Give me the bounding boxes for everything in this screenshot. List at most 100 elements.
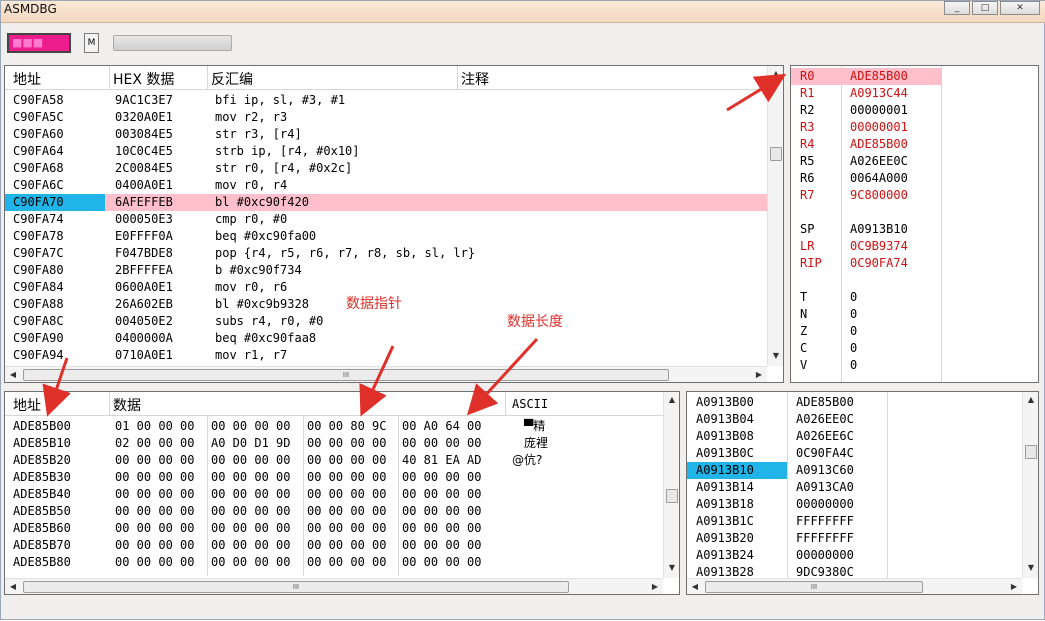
disasm-row[interactable]: C90FA90 0400000A beq #0xc90faa8 (5, 330, 767, 347)
scroll-thumb[interactable] (770, 147, 782, 161)
disasm-row[interactable]: C90FA70 6AFEFFEB bl #0xc90f420 (5, 194, 767, 211)
register-row[interactable]: RIP 0C90FA74 (791, 255, 941, 272)
disasm-row[interactable]: C90FA78 E0FFFF0A beq #0xc90fa00 (5, 228, 767, 245)
stack-scroll-right-icon[interactable]: ▶ (1006, 579, 1022, 594)
disassembly-vscroll[interactable]: ▲ ▼ (767, 66, 783, 366)
registers-panel[interactable]: R0 ADE85B00 R1 A0913C44 R2 00000001 R3 00000001… (790, 65, 1039, 383)
register-row[interactable]: R4 ADE85B00 (791, 136, 941, 153)
col-comment-header[interactable]: 注释 (461, 69, 489, 89)
scroll-up-icon[interactable]: ▲ (768, 66, 783, 82)
memory-row[interactable]: ADE85B00 01 00 00 00 00 00 00 00 00 00 80 9… (5, 418, 663, 435)
memory-row[interactable]: ADE85B70 00 00 00 00 00 00 00 00 00 00 00 0… (5, 537, 663, 554)
m-button[interactable]: M (84, 33, 99, 53)
stack-hscroll-thumb[interactable]: III (705, 581, 923, 593)
mem-scroll-right-icon[interactable]: ▶ (647, 579, 663, 594)
stack-row[interactable]: A0913B24 00000000 (687, 547, 1022, 564)
disasm-row[interactable]: C90FA68 2C0084E5 str r0, [r4, #0x2c] (5, 160, 767, 177)
disasm-row[interactable]: C90FA60 003084E5 str r3, [r4] (5, 126, 767, 143)
memory-row[interactable]: ADE85B20 00 00 00 00 00 00 00 00 00 00 00 0… (5, 452, 663, 469)
disasm-hex: 004050E2 (115, 314, 173, 328)
stack-row[interactable]: A0913B14 A0913CA0 (687, 479, 1022, 496)
register-row[interactable]: R2 00000001 (791, 102, 941, 119)
col-hex-header[interactable]: HEX 数据 (113, 69, 174, 89)
disasm-hex: 2C0084E5 (115, 161, 173, 175)
disasm-row[interactable]: C90FA58 9AC1C3E7 bfi ip, sl, #3, #1 (5, 92, 767, 109)
register-row[interactable]: R5 A026EE0C (791, 153, 941, 170)
disasm-row[interactable]: C90FA7C F047BDE8 pop {r4, r5, r6, r7, r8, … (5, 245, 767, 262)
disasm-row[interactable]: C90FA80 2BFFFFEA b #0xc90f734 (5, 262, 767, 279)
disasm-instruction: subs r4, r0, #0 (215, 314, 324, 328)
register-row[interactable]: R0 ADE85B00 (791, 68, 941, 85)
stack-scroll-up-icon[interactable]: ▲ (1023, 392, 1038, 408)
register-name: R1 (800, 86, 815, 100)
col-disasm-header[interactable]: 反汇编 (211, 69, 253, 89)
disasm-row[interactable]: C90FA94 0710A0E1 mov r1, r7 (5, 347, 767, 364)
memory-row[interactable]: ADE85B50 00 00 00 00 00 00 00 00 00 00 00 0… (5, 503, 663, 520)
status-indicator[interactable]: ■■■ (7, 33, 71, 53)
register-row[interactable]: SP A0913B10 (791, 221, 941, 238)
register-row[interactable]: T0 (791, 289, 941, 306)
stack-row[interactable]: A0913B08 A026EE6C (687, 428, 1022, 445)
mem-scroll-left-icon[interactable]: ◀ (5, 579, 21, 594)
memory-row[interactable]: ADE85B80 00 00 00 00 00 00 00 00 00 00 00 0… (5, 554, 663, 571)
stack-row[interactable]: A0913B00 ADE85B00 (687, 394, 1022, 411)
stack-row[interactable]: A0913B20 FFFFFFFF (687, 530, 1022, 547)
stack-vscroll[interactable]: ▲ ▼ (1022, 392, 1038, 578)
close-button[interactable]: ✕ (1000, 1, 1040, 15)
memory-vscroll[interactable]: ▲ ▼ (663, 392, 679, 578)
mem-scroll-up-icon[interactable]: ▲ (664, 392, 679, 408)
register-row[interactable]: R3 00000001 (791, 119, 941, 136)
register-row[interactable]: LR 0C9B9374 (791, 238, 941, 255)
disasm-row[interactable]: C90FA74 000050E3 cmp r0, #0 (5, 211, 767, 228)
scroll-right-icon[interactable]: ▶ (751, 367, 767, 382)
memory-hscroll[interactable]: ◀ III ▶ (5, 578, 663, 594)
register-row[interactable]: C0 (791, 340, 941, 357)
mem-scroll-thumb[interactable] (666, 489, 678, 503)
memory-row[interactable]: ADE85B60 00 00 00 00 00 00 00 00 00 00 00 0… (5, 520, 663, 537)
register-row[interactable]: V0 (791, 357, 941, 374)
memory-row[interactable]: ADE85B40 00 00 00 00 00 00 00 00 00 00 00 0… (5, 486, 663, 503)
register-name: R3 (800, 120, 815, 134)
disasm-row[interactable]: C90FA5C 0320A0E1 mov r2, r3 (5, 109, 767, 126)
register-row[interactable]: R6 0064A000 (791, 170, 941, 187)
disassembly-panel[interactable]: 地址 HEX 数据 反汇编 注释 C90FA58 9AC1C3E7 bfi ip, … (4, 65, 784, 383)
mem-col-address-header[interactable]: 地址 (13, 395, 41, 415)
memory-address: ADE85B00 (13, 419, 71, 433)
stack-address: A0913B04 (696, 412, 754, 426)
register-name: R7 (800, 188, 815, 202)
scroll-left-icon[interactable]: ◀ (5, 367, 21, 382)
memory-row[interactable]: ADE85B30 00 00 00 00 00 00 00 00 00 00 00 0… (5, 469, 663, 486)
scroll-down-icon[interactable]: ▼ (768, 348, 783, 364)
register-row[interactable]: R1 A0913C44 (791, 85, 941, 102)
disassembly-hscroll[interactable]: ◀ III ▶ (5, 366, 767, 382)
memory-bytes-1: 01 00 00 00 (115, 419, 195, 433)
disasm-row[interactable]: C90FA6C 0400A0E1 mov r0, r4 (5, 177, 767, 194)
register-row[interactable]: Z0 (791, 323, 941, 340)
mem-col-data-header[interactable]: 数据 (113, 395, 141, 415)
mem-col-ascii-header[interactable]: ASCII (512, 397, 548, 411)
stack-row[interactable]: A0913B04 A026EE0C (687, 411, 1022, 428)
stack-scroll-thumb[interactable] (1025, 445, 1037, 459)
stack-hscroll[interactable]: ◀ III ▶ (687, 578, 1022, 594)
hscroll-thumb[interactable]: III (23, 369, 669, 381)
stack-row[interactable]: A0913B0C 0C90FA4C (687, 445, 1022, 462)
disasm-row[interactable]: C90FA64 10C0C4E5 strb ip, [r4, #0x10] (5, 143, 767, 160)
stack-panel[interactable]: A0913B00 ADE85B00 A0913B04 A026EE0C A0913B08… (686, 391, 1039, 595)
mem-scroll-down-icon[interactable]: ▼ (664, 560, 679, 576)
stack-row[interactable]: A0913B1C FFFFFFFF (687, 513, 1022, 530)
maximize-button[interactable]: □ (972, 1, 998, 15)
memory-panel[interactable]: 地址 数据 ASCII ADE85B00 01 00 00 00 00 00 00 … (4, 391, 680, 595)
memory-bytes-1: 02 00 00 00 (115, 436, 195, 450)
memory-row[interactable]: ADE85B10 02 00 00 00 A0 D0 D1 9D 00 00 00 0… (5, 435, 663, 452)
stack-row[interactable]: A0913B10 A0913C60 (687, 462, 1022, 479)
stack-row[interactable]: A0913B18 00000000 (687, 496, 1022, 513)
col-address-header[interactable]: 地址 (13, 69, 41, 89)
stack-scroll-left-icon[interactable]: ◀ (687, 579, 703, 594)
register-row[interactable]: R7 9C800000 (791, 187, 941, 204)
register-row[interactable]: N0 (791, 306, 941, 323)
disasm-hex: 26A602EB (115, 297, 173, 311)
mem-hscroll-thumb[interactable]: III (23, 581, 569, 593)
disasm-row[interactable]: C90FA8C 004050E2 subs r4, r0, #0 (5, 313, 767, 330)
stack-scroll-down-icon[interactable]: ▼ (1023, 560, 1038, 576)
minimize-button[interactable]: _ (944, 1, 970, 15)
